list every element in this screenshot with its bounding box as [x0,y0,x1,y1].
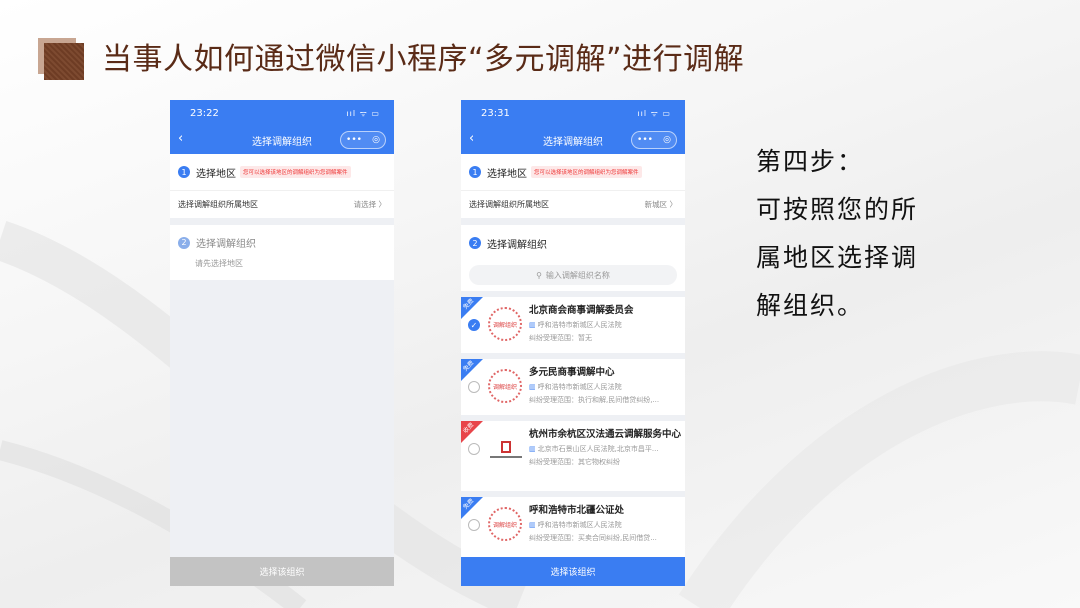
org-list-item[interactable]: 免费 调解组织 多元民商事调解中心 ▥ 呼和浩特市新城区人民法院 纠纷受理范围：执… [461,353,685,415]
org-scope: 纠纷受理范围：其它物权纠纷 [529,458,620,466]
status-icons: ııl ᯤ ▭ [346,108,380,118]
org-list-item[interactable]: 免费 调解组织 呼和浩特市北疆公证处 ▥ 呼和浩特市新城区人民法院 纠纷受理范围：… [461,491,685,553]
mini-program-capsule[interactable]: ••• ◎ [631,131,677,149]
step1-number: 1 [469,166,481,178]
status-bar: 23:22 ııl ᯤ ▭ [170,100,394,126]
status-time: 23:31 [481,107,510,119]
step-description: 第四步： 可按照您的所 属地区选择调 解组织。 [756,138,918,330]
status-time: 23:22 [190,107,219,119]
nav-title: 选择调解组织 [252,136,312,148]
org-court: ▥ 呼和浩特市新城区人民法院 [529,321,622,329]
org-info: 呼和浩特市北疆公证处 ▥ 呼和浩特市新城区人民法院 纠纷受理范围：买卖合同纠纷,民… [529,504,681,543]
org-name: 呼和浩特市北疆公证处 [529,505,625,516]
seal-logo-icon: 调解组织 [488,369,522,403]
select-org-button[interactable]: 选择该组织 [170,557,394,586]
search-icon: ⚲ [536,270,542,280]
select-org-button[interactable]: 选择该组织 [461,557,685,586]
step1-hint: 您可以选择该地区的调解组织为您调解案件 [240,166,351,178]
radio-checked-icon[interactable]: ✓ [468,319,480,331]
step2-label: 选择调解组织 [487,239,547,251]
back-icon[interactable]: ‹ [178,132,183,146]
more-icon[interactable]: ••• [346,135,362,145]
org-info: 北京商会商事调解委员会 ▥ 呼和浩特市新城区人民法院 纠纷受理范围：暂无 [529,304,681,343]
org-name: 多元民商事调解中心 [529,367,615,378]
title-decoration-icon [38,38,84,80]
org-scope: 纠纷受理范围：执行和解,民间借贷纠纷,... [529,396,660,404]
org-info: 多元民商事调解中心 ▥ 呼和浩特市新城区人民法院 纠纷受理范围：执行和解,民间借贷… [529,366,681,405]
step1-header: 1 选择地区 您可以选择该地区的调解组织为您调解案件 [461,154,685,190]
divider [461,218,685,225]
court-icon: ▥ [529,321,536,329]
step1-label: 选择地区 [487,168,527,180]
phone-screenshot-after: 23:31 ııl ᯤ ▭ ‹ 选择调解组织 ••• ◎ 1 选择地区 您可以选… [461,100,685,586]
org-info: 杭州市余杭区汉法通云调解服务中心 ▥ 北京市石景山区人民法院,北京市昌平... 纠… [529,428,681,467]
org-search-input[interactable]: ⚲ 输入调解组织名称 [469,265,677,285]
org-list-item[interactable]: 收费 杭州市余杭区汉法通云调解服务中心 ▥ 北京市石景山区人民法院,北京市昌平..… [461,415,685,491]
search-placeholder: 输入调解组织名称 [545,270,610,280]
radio-icon[interactable] [468,443,480,455]
nav-bar: ‹ 选择调解组织 ••• ◎ [461,126,685,154]
radio-icon[interactable] [468,519,480,531]
region-selector[interactable]: 选择调解组织所属地区 请选择 〉 [170,190,394,218]
court-icon: ▥ [529,445,536,453]
seal-logo-icon: 调解组织 [488,307,522,341]
org-court: ▥ 呼和浩特市新城区人民法院 [529,383,622,391]
divider [170,218,394,225]
more-icon[interactable]: ••• [637,135,653,145]
close-icon[interactable]: ◎ [663,135,671,145]
org-logo-icon [488,433,524,465]
org-court: ▥ 呼和浩特市新城区人民法院 [529,521,622,529]
seal-logo-icon: 调解组织 [488,507,522,541]
status-bar: 23:31 ııl ᯤ ▭ [461,100,685,126]
step-text-line: 第四步： [756,147,865,176]
step2-label: 选择调解组织 [196,239,256,250]
step2-header: 2 选择调解组织 [461,225,685,261]
close-icon[interactable]: ◎ [372,135,380,145]
region-label: 选择调解组织所属地区 [178,200,258,209]
empty-area [170,280,394,557]
step1-label: 选择地区 [196,168,236,180]
step-text-line: 属地区选择调 [756,243,919,272]
court-icon: ▥ [529,521,536,529]
step-text-line: 可按照您的所 [756,195,919,224]
step2-header: 2 选择调解组织 [178,235,386,250]
region-value[interactable]: 新城区 〉 [645,199,677,210]
org-list-item[interactable]: 免费 ✓ 调解组织 北京商会商事调解委员会 ▥ 呼和浩特市新城区人民法院 纠纷受理… [461,291,685,353]
step2-number: 2 [178,236,190,249]
back-icon[interactable]: ‹ [469,132,474,146]
step-text-line: 解组织。 [756,291,865,320]
region-value[interactable]: 请选择 〉 [354,199,386,210]
org-name: 北京商会商事调解委员会 [529,305,634,316]
step2-number: 2 [469,237,481,249]
mini-program-capsule[interactable]: ••• ◎ [340,131,386,149]
org-scope: 纠纷受理范围：买卖合同纠纷,民间借贷... [529,534,657,542]
step1-hint: 您可以选择该地区的调解组织为您调解案件 [531,166,642,178]
step2-hint: 请先选择地区 [195,259,243,268]
org-scope: 纠纷受理范围：暂无 [529,334,592,342]
step2-block: 2 选择调解组织 请先选择地区 [170,225,394,273]
phone-screenshot-before: 23:22 ııl ᯤ ▭ ‹ 选择调解组织 ••• ◎ 1 选择地区 您可以选… [170,100,394,586]
slide-title: 当事人如何通过微信小程序“多元调解”进行调解 [102,42,745,77]
radio-icon[interactable] [468,381,480,393]
court-icon: ▥ [529,383,536,391]
region-label: 选择调解组织所属地区 [469,200,549,209]
step1-header: 1 选择地区 您可以选择该地区的调解组织为您调解案件 [170,154,394,190]
org-court: ▥ 北京市石景山区人民法院,北京市昌平... [529,445,659,453]
region-selector[interactable]: 选择调解组织所属地区 新城区 〉 [461,190,685,218]
org-name: 杭州市余杭区汉法通云调解服务中心 [529,429,682,440]
status-icons: ııl ᯤ ▭ [637,108,671,118]
step1-number: 1 [178,166,190,178]
nav-title: 选择调解组织 [543,136,603,148]
nav-bar: ‹ 选择调解组织 ••• ◎ [170,126,394,154]
